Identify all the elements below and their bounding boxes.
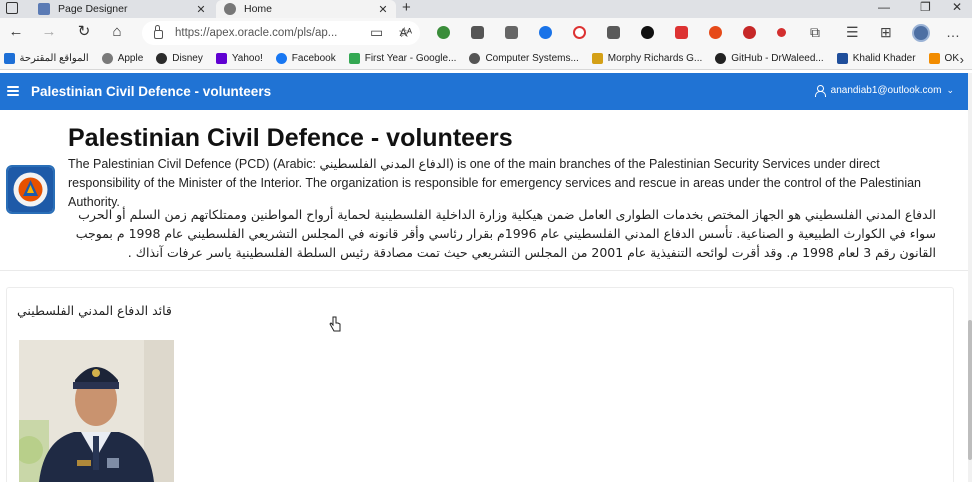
- profile-avatar[interactable]: [912, 24, 930, 42]
- extension-icon[interactable]: [437, 26, 450, 39]
- url-text: https://apex.oracle.com/pls/ap...: [175, 27, 338, 39]
- page-title: Palestinian Civil Defence - volunteers: [68, 124, 513, 152]
- drive-icon: [348, 53, 360, 64]
- extension-icon[interactable]: [709, 26, 722, 39]
- bookmark-apple[interactable]: Apple: [101, 53, 143, 64]
- restore-icon[interactable]: ❐: [920, 0, 931, 14]
- block-icon[interactable]: [573, 26, 586, 39]
- description-english: The Palestinian Civil Defence (PCD) (Ara…: [68, 157, 922, 209]
- new-tab-button[interactable]: +: [402, 0, 411, 16]
- refresh-icon[interactable]: ↻: [74, 23, 94, 41]
- browser-window: Page Designer ✕ Home ✕ + — ❐ ✕ ← → ↻ ⌂ h…: [0, 0, 972, 482]
- extension-icon[interactable]: [471, 26, 484, 39]
- user-menu[interactable]: anandiab1@outlook.com ⌄: [814, 85, 954, 97]
- tab-label: Home: [244, 3, 273, 15]
- divider: [0, 270, 968, 271]
- region-title: قائد الدفاع المدني الفلسطيني: [17, 303, 172, 318]
- chevron-down-icon: ⌄: [946, 85, 954, 95]
- user-email: anandiab1@outlook.com: [830, 85, 942, 96]
- commander-photo: [19, 340, 174, 482]
- tab-page-designer[interactable]: Page Designer ✕: [30, 0, 214, 18]
- address-bar-row: ← → ↻ ⌂ https://apex.oracle.com/pls/ap..…: [0, 18, 972, 48]
- bookmark-ok[interactable]: OK: [928, 53, 959, 64]
- extension-icon[interactable]: [607, 26, 620, 39]
- page-icon: [224, 3, 236, 15]
- disney-icon: [156, 53, 168, 64]
- extension-icon[interactable]: [539, 26, 552, 39]
- favorites-icon[interactable]: ☰: [846, 23, 859, 41]
- user-icon: [814, 85, 826, 97]
- extension-icon[interactable]: [505, 26, 518, 39]
- bookmark-facebook[interactable]: Facebook: [275, 53, 336, 64]
- bookmarks-bar: المواقع المقترحة Apple Disney Yahoo! Fac…: [0, 48, 972, 70]
- bookmark-suggested-sites[interactable]: المواقع المقترحة: [3, 53, 89, 64]
- home-icon[interactable]: ⌂: [107, 23, 127, 41]
- minimize-icon[interactable]: —: [878, 0, 890, 14]
- bookmark-github[interactable]: GitHub - DrWaleed...: [715, 53, 824, 64]
- scrollbar-thumb[interactable]: [968, 320, 972, 460]
- extensions-icon[interactable]: ⧉: [810, 23, 820, 41]
- tab-label: Page Designer: [58, 3, 128, 15]
- bookmark-google-drive[interactable]: First Year - Google...: [348, 53, 456, 64]
- description-arabic: الدفاع المدني الفلسطيني هو الجهاز المختص…: [75, 207, 936, 260]
- lock-icon: [154, 24, 163, 39]
- bookmark-disney[interactable]: Disney: [156, 53, 203, 64]
- site-icon: [469, 53, 481, 64]
- app-title[interactable]: Palestinian Civil Defence - volunteers: [31, 84, 271, 99]
- more-icon[interactable]: …: [946, 23, 960, 41]
- yahoo-icon: [215, 53, 227, 64]
- close-window-icon[interactable]: ✕: [952, 0, 962, 14]
- immersive-reader-icon[interactable]: ▭: [370, 23, 383, 41]
- bookmark-yahoo[interactable]: Yahoo!: [215, 53, 263, 64]
- bookmark-icon: [3, 53, 15, 64]
- github-icon: [715, 53, 727, 64]
- page-body: Palestinian Civil Defence - volunteers T…: [0, 110, 968, 482]
- bookmark-morphy-richards[interactable]: Morphy Richards G...: [591, 53, 702, 64]
- pcd-logo-icon: [6, 165, 55, 214]
- tab-strip: Page Designer ✕ Home ✕ + — ❐ ✕: [0, 0, 972, 18]
- bookmark-khalid-khader[interactable]: Khalid Khader: [836, 53, 916, 64]
- close-icon[interactable]: ✕: [194, 3, 208, 16]
- forward-icon[interactable]: →: [39, 23, 59, 41]
- close-icon[interactable]: ✕: [376, 3, 390, 16]
- back-icon[interactable]: ←: [6, 23, 26, 41]
- collections-icon[interactable]: ⊞: [880, 23, 892, 41]
- ok-icon: [928, 53, 940, 64]
- apex-icon: [38, 3, 50, 15]
- window-icon[interactable]: [6, 2, 18, 14]
- menu-icon[interactable]: [7, 86, 19, 96]
- apple-icon: [101, 53, 113, 64]
- app-header: Palestinian Civil Defence - volunteers a…: [0, 73, 968, 110]
- favorite-star-icon[interactable]: ☆: [398, 23, 411, 41]
- opera-icon[interactable]: [743, 26, 756, 39]
- site-icon: [836, 53, 848, 64]
- site-icon: [591, 53, 603, 64]
- chevron-right-icon[interactable]: ›: [960, 52, 964, 67]
- adblock-icon[interactable]: [675, 26, 688, 39]
- bookmark-computer-systems[interactable]: Computer Systems...: [469, 53, 579, 64]
- facebook-icon: [275, 53, 287, 64]
- tab-home[interactable]: Home ✕: [216, 0, 396, 18]
- hand-cursor-icon: [329, 316, 341, 332]
- record-icon[interactable]: [777, 28, 786, 37]
- extension-icon[interactable]: [641, 26, 654, 39]
